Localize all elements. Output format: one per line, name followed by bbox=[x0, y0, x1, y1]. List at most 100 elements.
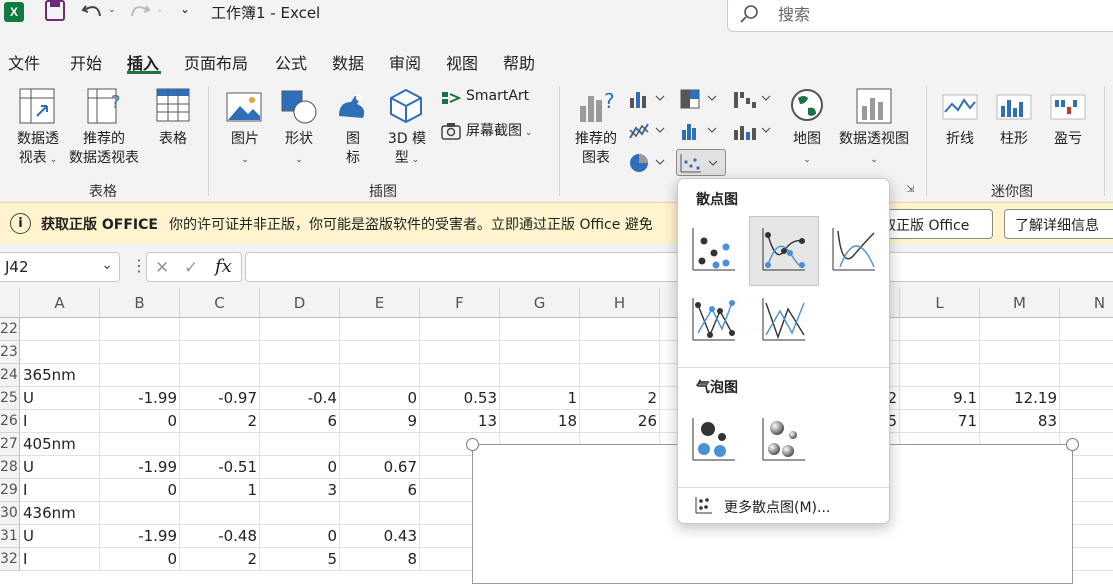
column-chart-button[interactable] bbox=[628, 88, 668, 114]
customize-toolbar-icon[interactable]: ⌄ bbox=[180, 2, 190, 16]
name-box[interactable]: J42 ⌄ bbox=[0, 252, 120, 282]
pie-chart-button[interactable] bbox=[628, 152, 668, 178]
tab-formulas[interactable]: 公式 bbox=[275, 50, 307, 74]
cancel-icon[interactable]: ✕ bbox=[155, 258, 169, 278]
pictures-button[interactable]: 图片 ⌄ bbox=[224, 130, 266, 170]
tab-view[interactable]: 视图 bbox=[446, 50, 478, 74]
sparkline-column-button[interactable]: 柱形 bbox=[994, 130, 1034, 149]
table-cell[interactable]: 405nm bbox=[23, 433, 223, 456]
pivot-chart-button[interactable]: 数据透视图 ⌄ bbox=[832, 130, 916, 170]
table-cell[interactable]: 5 bbox=[260, 548, 340, 571]
table-cell[interactable]: -0.4 bbox=[260, 387, 340, 410]
table-cell[interactable]: 6 bbox=[260, 410, 340, 433]
table-cell[interactable]: 0 bbox=[100, 410, 180, 433]
table-cell[interactable]: 436nm bbox=[23, 502, 223, 525]
scatter-straight-lines-icon[interactable] bbox=[760, 295, 808, 343]
table-cell[interactable]: 0 bbox=[100, 548, 180, 571]
undo-icon[interactable] bbox=[80, 0, 104, 26]
row-header[interactable]: 32 bbox=[0, 548, 20, 571]
row-header[interactable]: 27 bbox=[0, 433, 20, 456]
table-cell[interactable]: 0.43 bbox=[340, 525, 420, 548]
tab-data[interactable]: 数据 bbox=[332, 50, 364, 74]
more-scatter-charts-link[interactable]: 更多散点图(M)... bbox=[724, 497, 830, 517]
row-header[interactable]: 25 bbox=[0, 387, 20, 410]
enter-icon[interactable]: ✓ bbox=[184, 258, 198, 278]
recommended-pivot-button[interactable]: 推荐的 数据透视表 bbox=[64, 130, 144, 168]
table-cell[interactable]: -0.97 bbox=[180, 387, 260, 410]
table-cell[interactable]: -1.99 bbox=[100, 387, 180, 410]
table-cell[interactable]: 0 bbox=[260, 456, 340, 479]
line-chart-button[interactable] bbox=[628, 120, 668, 146]
table-cell[interactable]: 12.19 bbox=[980, 387, 1060, 410]
smartart-button[interactable]: SmartArt bbox=[466, 88, 529, 104]
table-cell[interactable]: 14 bbox=[1060, 387, 1113, 410]
table-cell[interactable]: 6 bbox=[340, 479, 420, 502]
table-cell[interactable]: 18 bbox=[500, 410, 580, 433]
statistic-chart-button[interactable] bbox=[680, 120, 720, 146]
table-cell[interactable]: -1.99 bbox=[100, 525, 180, 548]
dialog-launcher-icon[interactable]: ⇲ bbox=[906, 184, 914, 195]
scatter-icon[interactable] bbox=[690, 225, 738, 273]
scatter-smooth-markers-icon[interactable] bbox=[760, 225, 808, 273]
get-genuine-office-button[interactable]: 取正版 Office bbox=[872, 209, 993, 239]
scatter-chart-button[interactable] bbox=[676, 149, 726, 176]
table-cell[interactable]: 83 bbox=[980, 410, 1060, 433]
table-cell[interactable]: -0.48 bbox=[180, 525, 260, 548]
sparkline-winloss-button[interactable]: 盈亏 bbox=[1048, 130, 1088, 149]
pivot-table-button[interactable]: 数据透 视表 ⌄ bbox=[8, 130, 68, 170]
bubble-icon[interactable] bbox=[690, 415, 738, 463]
row-header[interactable]: 23 bbox=[0, 341, 20, 364]
icons-button[interactable]: 图标 bbox=[338, 130, 368, 168]
chart-resize-handle[interactable] bbox=[466, 438, 479, 451]
table-cell[interactable]: 26 bbox=[580, 410, 660, 433]
3d-models-button[interactable]: 3D 模型 ⌄ bbox=[382, 130, 432, 170]
worksheet-grid[interactable]: A B C D E F G H L M N 22 23 24 365nm 25 U -1.9… bbox=[0, 288, 1113, 584]
table-cell[interactable]: 9.1 bbox=[900, 387, 980, 410]
table-button[interactable]: 表格 bbox=[152, 130, 194, 149]
learn-more-button[interactable]: 了解详细信息 bbox=[1004, 209, 1113, 239]
table-cell[interactable]: 3 bbox=[260, 479, 340, 502]
maps-button[interactable]: 地图 ⌄ bbox=[786, 130, 828, 170]
table-cell[interactable]: 365nm bbox=[23, 364, 223, 387]
table-cell[interactable]: 8 bbox=[340, 548, 420, 571]
row-header[interactable]: 31 bbox=[0, 525, 20, 548]
tab-review[interactable]: 审阅 bbox=[389, 50, 421, 74]
more-options-icon[interactable]: ⋮ bbox=[131, 258, 147, 274]
table-cell[interactable]: 0 bbox=[260, 525, 340, 548]
tab-file[interactable]: 文件 bbox=[8, 50, 40, 74]
hierarchy-chart-button[interactable] bbox=[680, 88, 720, 114]
table-cell[interactable]: 0 bbox=[340, 387, 420, 410]
table-cell[interactable]: 9 bbox=[340, 410, 420, 433]
waterfall-chart-button[interactable] bbox=[732, 88, 772, 114]
table-cell[interactable]: 0 bbox=[100, 479, 180, 502]
combo-chart-button[interactable] bbox=[732, 120, 772, 146]
table-cell[interactable]: 2 bbox=[180, 410, 260, 433]
screenshot-button[interactable]: 屏幕截图 ⌄ bbox=[466, 120, 532, 140]
chart-resize-handle[interactable] bbox=[1066, 438, 1079, 451]
table-cell[interactable]: 2 bbox=[580, 387, 660, 410]
tab-page-layout[interactable]: 页面布局 bbox=[184, 50, 248, 74]
bubble-3d-icon[interactable] bbox=[760, 415, 808, 463]
scatter-smooth-lines-icon[interactable] bbox=[830, 225, 878, 273]
table-cell[interactable]: 0.53 bbox=[420, 387, 500, 410]
search-box[interactable]: 搜索 bbox=[727, 0, 1113, 32]
save-icon[interactable] bbox=[44, 0, 66, 22]
tab-home[interactable]: 开始 bbox=[70, 50, 102, 74]
row-header[interactable]: 28 bbox=[0, 456, 20, 479]
table-cell[interactable]: -0.51 bbox=[180, 456, 260, 479]
shapes-button[interactable]: 形状 ⌄ bbox=[278, 130, 320, 170]
insert-function-icon[interactable]: fx bbox=[215, 256, 232, 277]
table-cell[interactable]: 1 bbox=[500, 387, 580, 410]
table-cell[interactable]: -1.99 bbox=[100, 456, 180, 479]
row-header[interactable]: 22 bbox=[0, 318, 20, 341]
table-cell[interactable]: 1 bbox=[180, 479, 260, 502]
scatter-straight-markers-icon[interactable] bbox=[690, 295, 738, 343]
tab-help[interactable]: 帮助 bbox=[503, 50, 535, 74]
undo-dropdown-icon[interactable]: ⌄ bbox=[108, 5, 116, 15]
row-header[interactable]: 29 bbox=[0, 479, 20, 502]
table-cell[interactable]: 71 bbox=[900, 410, 980, 433]
recommended-charts-button[interactable]: 推荐的 图表 bbox=[570, 130, 622, 168]
table-cell[interactable]: 2 bbox=[180, 548, 260, 571]
row-header[interactable]: 24 bbox=[0, 364, 20, 387]
row-header[interactable]: 26 bbox=[0, 410, 20, 433]
